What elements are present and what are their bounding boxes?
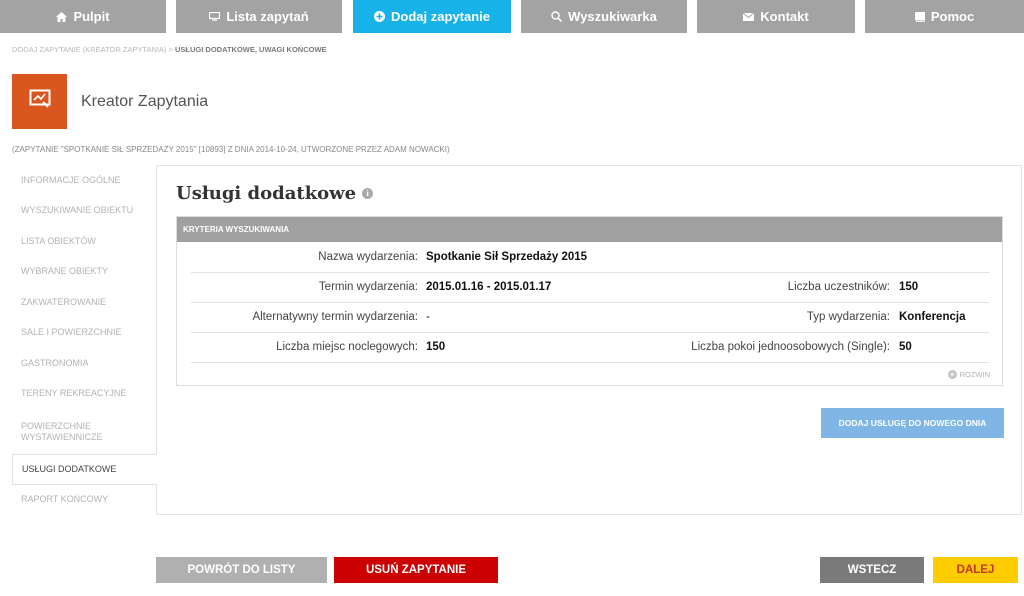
sidebar-item-wybrane-obiekty[interactable]: WYBRANE OBIEKTY bbox=[12, 257, 157, 288]
expand-link[interactable]: + ROZWIN bbox=[947, 370, 990, 379]
expand-label: ROZWIN bbox=[959, 370, 990, 379]
nav-label: Lista zapytań bbox=[226, 9, 309, 24]
criteria-label: Liczba uczestników: bbox=[787, 281, 890, 293]
main-panel: Usługi dodatkowe i KRYTERIA WYSZUKIWANIA… bbox=[156, 165, 1022, 515]
nav-pulpit[interactable]: Pulpit bbox=[0, 0, 166, 33]
plus-icon: + bbox=[947, 370, 957, 379]
screen-icon bbox=[209, 12, 221, 21]
criteria-row: Termin wydarzenia: 2015.01.16 - 2015.01.… bbox=[191, 273, 989, 303]
chart-presentation-icon bbox=[29, 89, 51, 114]
nav-dodaj-zapytanie[interactable]: Dodaj zapytanie bbox=[353, 0, 511, 33]
sidebar-item-wyszukiwanie-obiektu[interactable]: WYSZUKIWANIE OBIEKTU bbox=[12, 196, 157, 227]
envelope-icon bbox=[743, 12, 755, 21]
back-button[interactable]: WSTECZ bbox=[820, 557, 924, 583]
plus-circle-icon bbox=[374, 11, 386, 22]
criteria-value: 150 bbox=[426, 341, 446, 353]
sidebar-item-raport-koncowy[interactable]: RAPORT KOŃCOWY bbox=[12, 485, 157, 516]
nav-kontakt[interactable]: Kontakt bbox=[697, 0, 855, 33]
delete-request-button[interactable]: USUŃ ZAPYTANIE bbox=[334, 557, 498, 583]
criteria-label: Typ wydarzenia: bbox=[806, 311, 890, 323]
wizard-sidebar: INFORMACJE OGÓLNE WYSZUKIWANIE OBIEKTU L… bbox=[12, 165, 157, 515]
criteria-value: - bbox=[426, 311, 430, 323]
back-to-list-button[interactable]: POWRÓT DO LISTY bbox=[156, 557, 327, 583]
sidebar-item-powierzchnie-wystawiennicze[interactable]: POWIERZCHNIE WYSTAWIENNICZE bbox=[12, 409, 157, 454]
nav-lista-zapytan[interactable]: Lista zapytań bbox=[176, 0, 342, 33]
criteria-label: Alternatywny termin wydarzenia: bbox=[252, 311, 418, 323]
breadcrumb: DODAJ ZAPYTANIE (KREATOR ZAPYTANIA) > US… bbox=[12, 45, 327, 54]
search-icon bbox=[551, 11, 563, 22]
top-nav: Pulpit Lista zapytań Dodaj zapytanie Wys… bbox=[0, 0, 1024, 33]
search-criteria-box: KRYTERIA WYSZUKIWANIA Nazwa wydarzenia: … bbox=[176, 216, 1003, 386]
nav-label: Kontakt bbox=[760, 9, 809, 24]
criteria-label: Nazwa wydarzenia: bbox=[318, 251, 418, 263]
criteria-label: Liczba pokoi jednoosobowych (Single): bbox=[691, 341, 890, 353]
sidebar-item-lista-obiektow[interactable]: LISTA OBIEKTÓW bbox=[12, 226, 157, 257]
sidebar-item-tereny-rekreacyjne[interactable]: TERENY REKREACYJNE bbox=[12, 379, 157, 410]
nav-label: Pomoc bbox=[930, 9, 975, 24]
sidebar-item-zakwaterowanie[interactable]: ZAKWATEROWANIE bbox=[12, 287, 157, 318]
home-icon bbox=[56, 11, 68, 22]
section-title-text: Usługi dodatkowe bbox=[176, 183, 357, 204]
criteria-value: Spotkanie Sił Sprzedaży 2015 bbox=[426, 251, 588, 263]
nav-label: Pulpit bbox=[73, 9, 110, 24]
section-title: Usługi dodatkowe i bbox=[176, 183, 374, 204]
nav-label: Wyszukiwarka bbox=[568, 9, 657, 24]
criteria-row: Liczba miejsc noclegowych: 150 Liczba po… bbox=[191, 333, 989, 363]
nav-pomoc[interactable]: Pomoc bbox=[865, 0, 1024, 33]
criteria-row: Nazwa wydarzenia: Spotkanie Sił Sprzedaż… bbox=[191, 243, 989, 273]
info-icon[interactable]: i bbox=[362, 188, 374, 199]
request-meta: (ZAPYTANIE "SPOTKANIE SIŁ SPRZEDAŻY 2015… bbox=[12, 145, 450, 154]
nav-wyszukiwarka[interactable]: Wyszukiwarka bbox=[521, 0, 687, 33]
next-button[interactable]: DALEJ bbox=[933, 557, 1018, 583]
kreator-logo bbox=[12, 74, 67, 129]
sidebar-item-gastronomia[interactable]: GASTRONOMIA bbox=[12, 348, 157, 379]
add-service-new-day-button[interactable]: DODAJ USŁUGĘ DO NOWEGO DNIA bbox=[821, 408, 1004, 438]
page-title: Kreator Zapytania bbox=[81, 93, 209, 110]
sidebar-item-informacje-ogolne[interactable]: INFORMACJE OGÓLNE bbox=[12, 165, 157, 196]
nav-label: Dodaj zapytanie bbox=[391, 9, 490, 24]
sidebar-item-uslugi-dodatkowe[interactable]: USŁUGI DODATKOWE bbox=[12, 454, 157, 485]
breadcrumb-current: USŁUGI DODATKOWE, UWAGI KOŃCOWE bbox=[175, 45, 327, 54]
criteria-row: Alternatywny termin wydarzenia: - Typ wy… bbox=[191, 303, 989, 333]
criteria-label: Liczba miejsc noclegowych: bbox=[276, 341, 418, 353]
book-icon bbox=[914, 11, 925, 22]
criteria-value: 2015.01.16 - 2015.01.17 bbox=[426, 281, 552, 293]
criteria-value: 50 bbox=[899, 341, 912, 353]
sidebar-item-sale-i-powierzchnie[interactable]: SALE I POWIERZCHNIE bbox=[12, 318, 157, 349]
criteria-value: 150 bbox=[899, 281, 919, 293]
criteria-header: KRYTERIA WYSZUKIWANIA bbox=[177, 217, 1002, 242]
criteria-value: Konferencja bbox=[899, 311, 966, 323]
criteria-label: Termin wydarzenia: bbox=[318, 281, 418, 293]
breadcrumb-parent[interactable]: DODAJ ZAPYTANIE (KREATOR ZAPYTANIA) > bbox=[12, 45, 175, 54]
